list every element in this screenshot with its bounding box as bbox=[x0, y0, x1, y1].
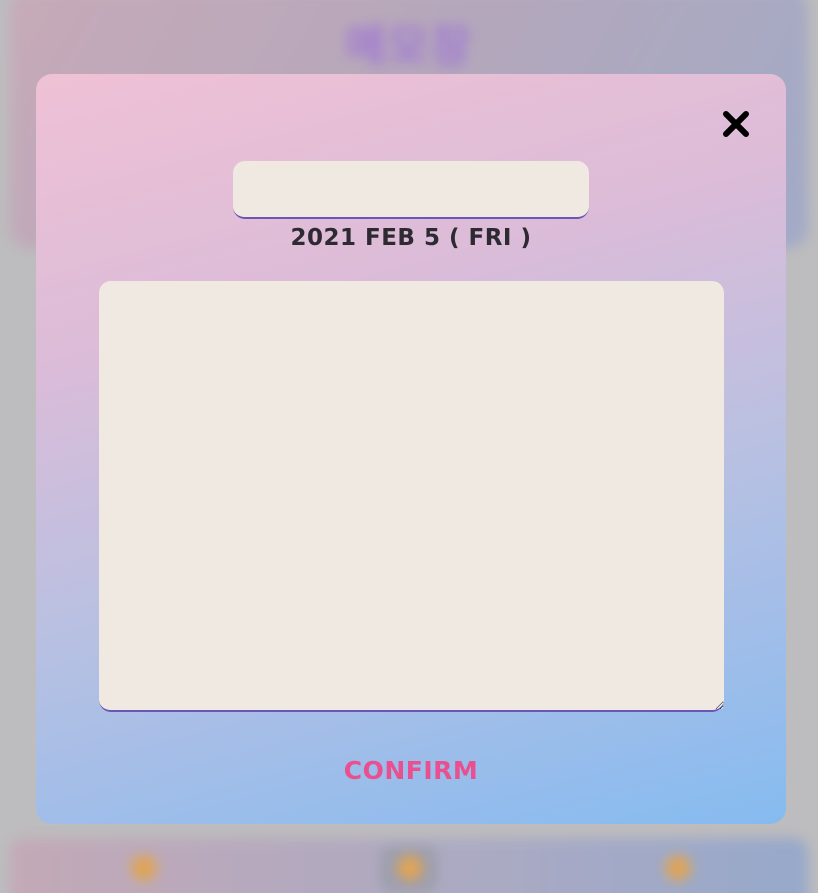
app-title: 메모장 bbox=[345, 21, 473, 72]
memo-modal: 2021 FEB 5 ( FRI ) CONFIRM bbox=[36, 74, 786, 824]
memo-content-textarea[interactable] bbox=[99, 281, 724, 712]
close-icon bbox=[723, 111, 749, 137]
memo-title-input[interactable] bbox=[233, 161, 589, 219]
nav-icon-center[interactable] bbox=[397, 855, 423, 881]
nav-icon-right[interactable] bbox=[665, 855, 691, 881]
close-button[interactable] bbox=[718, 106, 754, 142]
nav-icon-left[interactable] bbox=[131, 855, 157, 881]
memo-date: 2021 FEB 5 ( FRI ) bbox=[290, 225, 532, 251]
confirm-button[interactable]: CONFIRM bbox=[311, 750, 511, 790]
